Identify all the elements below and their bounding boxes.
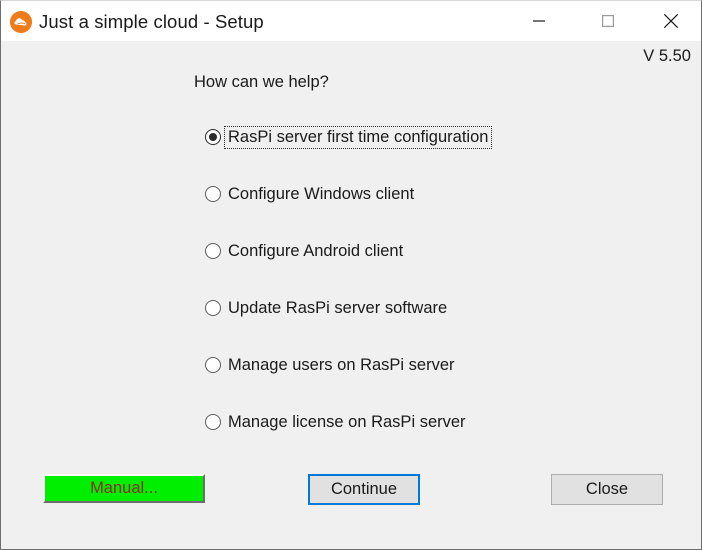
radio-option-update-raspi-software[interactable]: Update RasPi server software bbox=[205, 297, 665, 354]
radio-icon bbox=[205, 300, 221, 316]
close-dialog-button[interactable]: Close bbox=[551, 474, 663, 505]
continue-button[interactable]: Continue bbox=[308, 474, 420, 505]
setup-window: Just a simple cloud - Setup V 5.50 How c… bbox=[0, 0, 702, 550]
radio-option-label: Manage users on RasPi server bbox=[224, 354, 459, 377]
radio-icon bbox=[205, 186, 221, 202]
page-title: How can we help? bbox=[194, 73, 329, 92]
setup-option-list: RasPi server first time configuration Co… bbox=[205, 126, 665, 468]
radio-icon bbox=[205, 414, 221, 430]
title-bar: Just a simple cloud - Setup bbox=[1, 1, 701, 42]
radio-icon bbox=[205, 243, 221, 259]
radio-option-label: Manage license on RasPi server bbox=[224, 411, 470, 434]
radio-option-configure-windows-client[interactable]: Configure Windows client bbox=[205, 183, 665, 240]
radio-option-label: Configure Android client bbox=[224, 240, 407, 263]
radio-option-label: RasPi server first time configuration bbox=[224, 126, 492, 149]
radio-option-manage-users[interactable]: Manage users on RasPi server bbox=[205, 354, 665, 411]
manual-button[interactable]: Manual... bbox=[43, 474, 205, 503]
radio-option-manage-license[interactable]: Manage license on RasPi server bbox=[205, 411, 665, 468]
maximize-button[interactable] bbox=[585, 1, 631, 40]
radio-option-label: Update RasPi server software bbox=[224, 297, 451, 320]
radio-option-configure-android-client[interactable]: Configure Android client bbox=[205, 240, 665, 297]
close-icon bbox=[664, 13, 679, 28]
minimize-icon bbox=[533, 15, 545, 27]
minimize-button[interactable] bbox=[516, 1, 562, 40]
cloud-icon bbox=[10, 11, 32, 33]
client-area: V 5.50 How can we help? RasPi server fir… bbox=[1, 41, 701, 549]
window-title: Just a simple cloud - Setup bbox=[39, 10, 264, 34]
close-button[interactable] bbox=[648, 1, 694, 40]
radio-icon bbox=[205, 357, 221, 373]
maximize-icon bbox=[602, 15, 614, 27]
version-label: V 5.50 bbox=[643, 47, 691, 66]
radio-icon bbox=[205, 129, 221, 145]
radio-option-label: Configure Windows client bbox=[224, 183, 418, 206]
radio-option-raspi-first-time-config[interactable]: RasPi server first time configuration bbox=[205, 126, 665, 183]
